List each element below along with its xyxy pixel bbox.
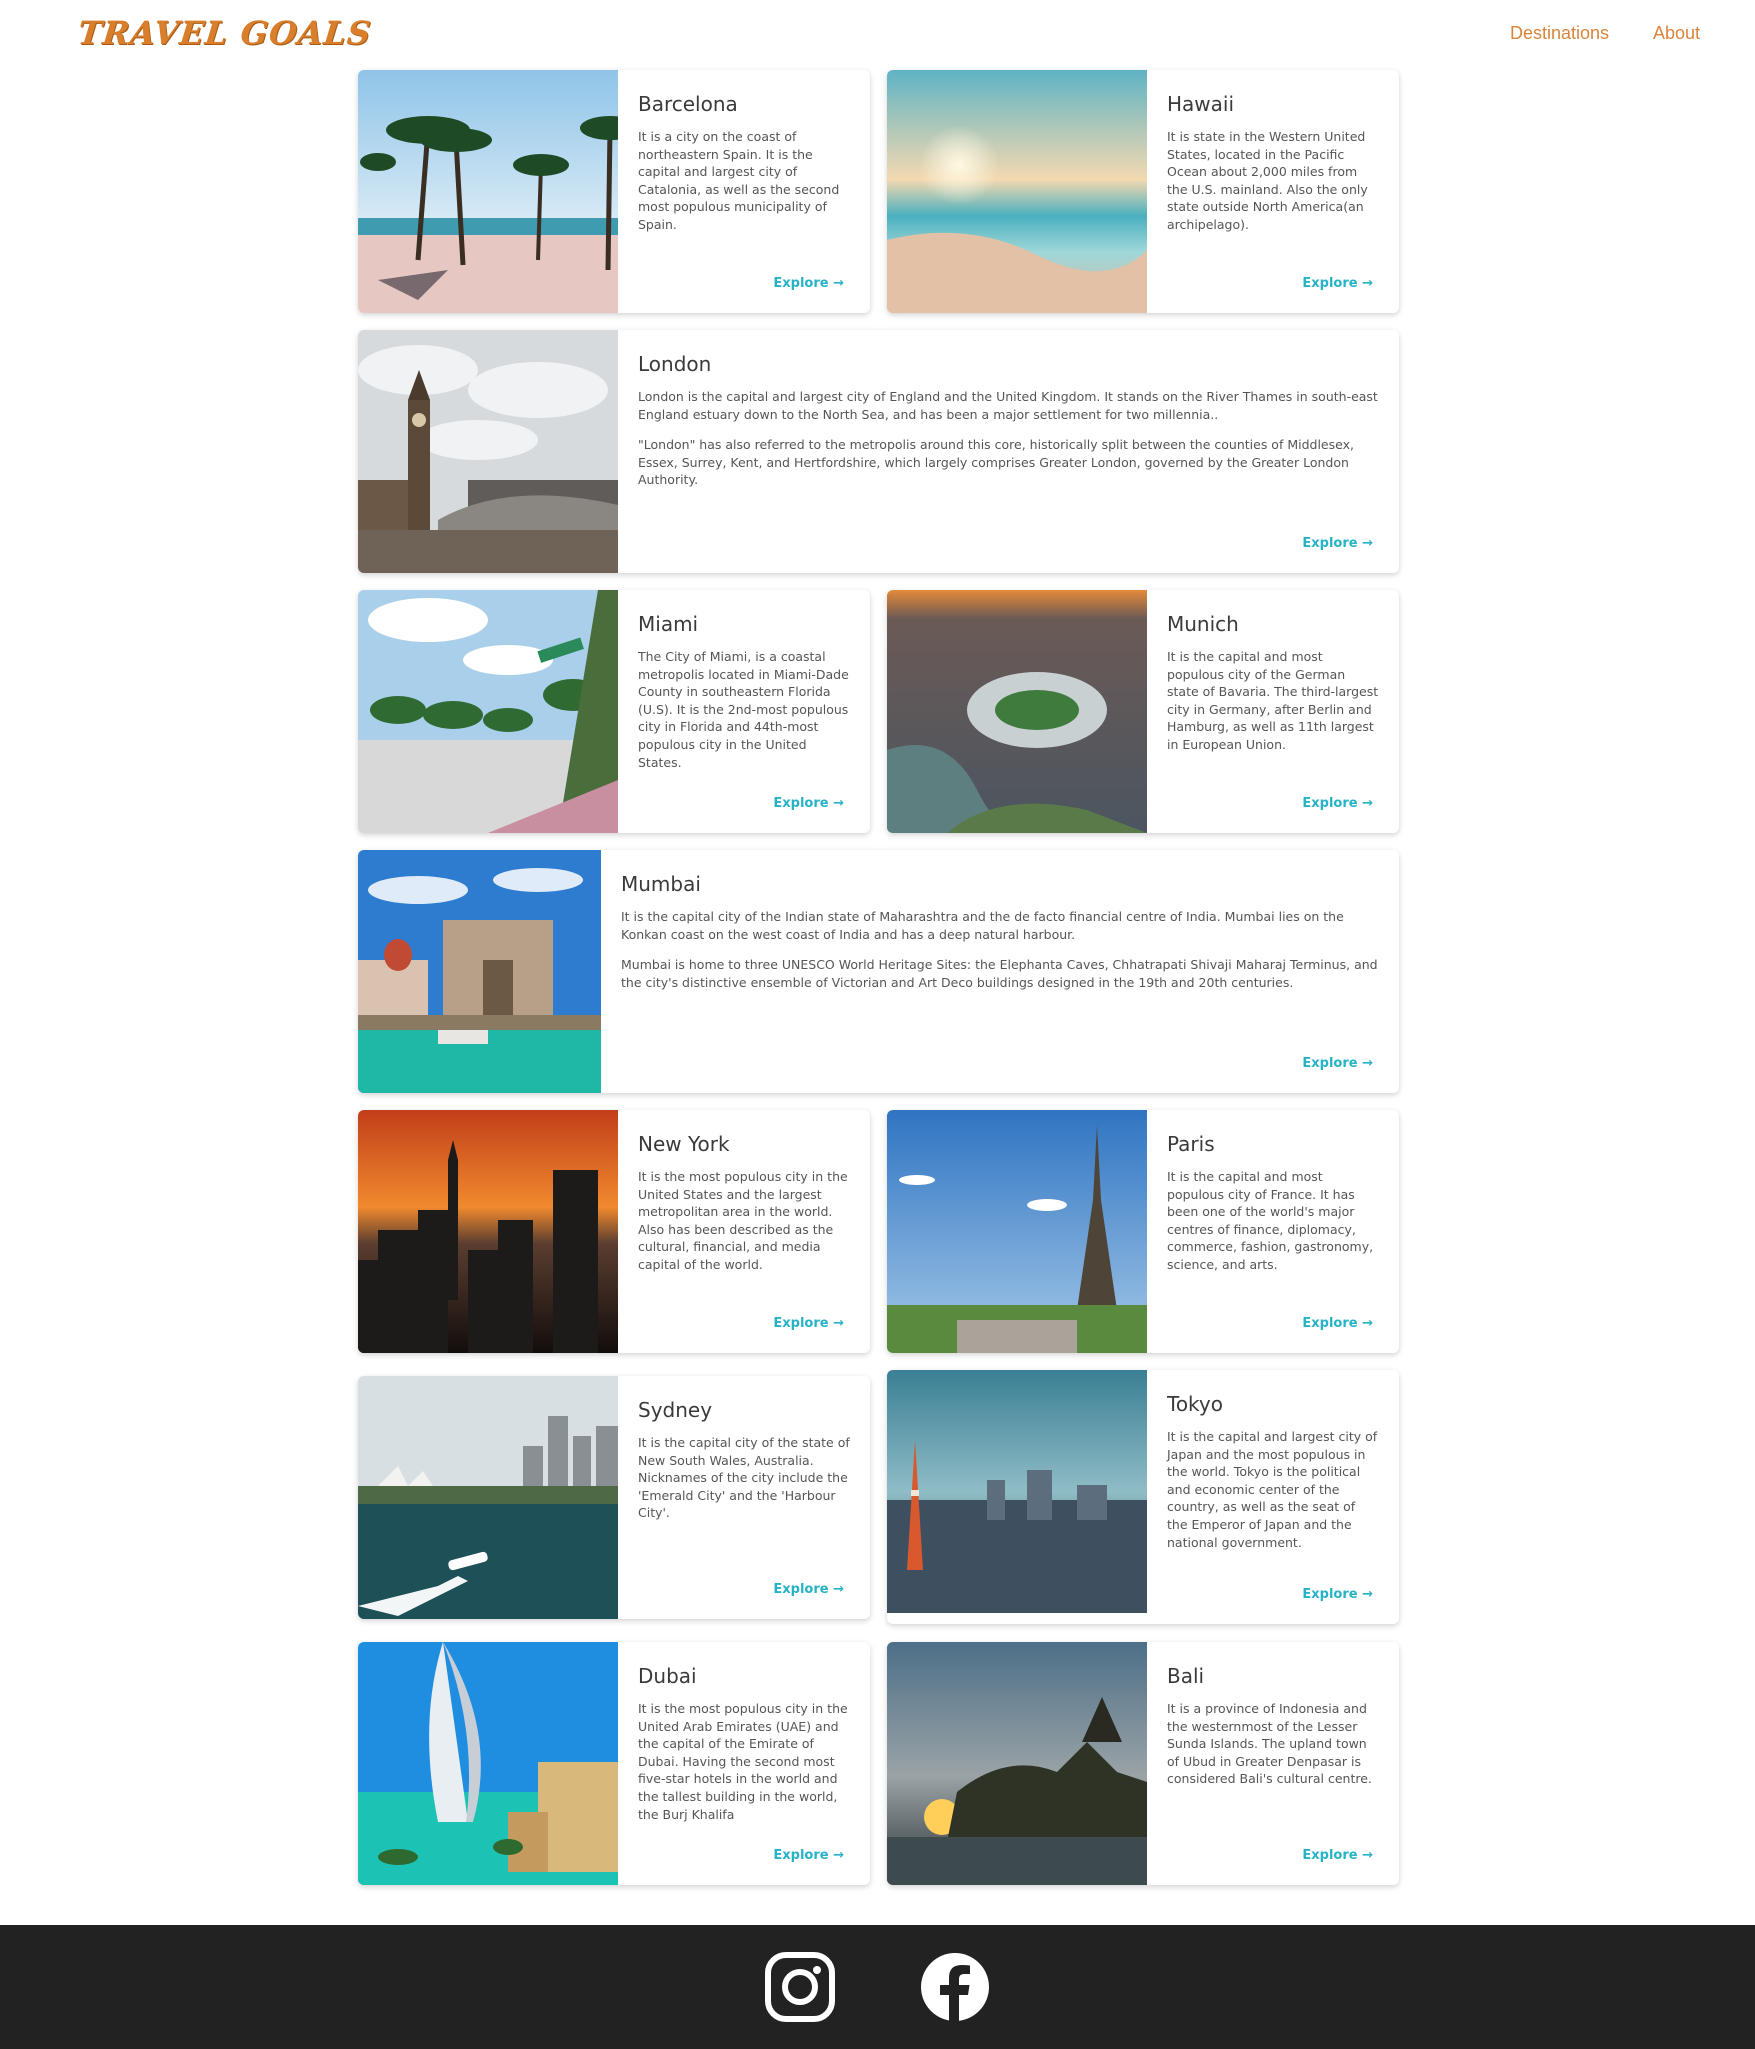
- card-body: London London is the capital and largest…: [618, 330, 1399, 573]
- card-description: London is the capital and largest city o…: [638, 389, 1378, 422]
- card-bali: Bali It is a province of Indonesia and t…: [887, 1642, 1399, 1885]
- card-newyork: New York It is the most populous city in…: [358, 1110, 870, 1353]
- instagram-icon[interactable]: [764, 1951, 836, 2023]
- site-footer: [0, 1925, 1755, 2049]
- paris-image: [887, 1110, 1147, 1353]
- sydney-image: [358, 1376, 618, 1619]
- card-sydney: Sydney It is the capital city of the sta…: [358, 1376, 870, 1619]
- nav-destinations-link[interactable]: Destinations: [1510, 23, 1609, 44]
- card-description: It is a city on the coast of northeaster…: [638, 129, 840, 232]
- card-mumbai: Mumbai It is the capital city of the Ind…: [358, 850, 1399, 1093]
- card-title: Dubai: [638, 1664, 697, 1688]
- card-title: Barcelona: [638, 92, 738, 116]
- barcelona-image: [358, 70, 618, 313]
- site-logo[interactable]: TRAVEL GOALS: [76, 14, 373, 52]
- card-paris: Paris It is the capital and most populou…: [887, 1110, 1399, 1353]
- card-barcelona: Barcelona It is a city on the coast of n…: [358, 70, 870, 313]
- card-description: "London" has also referred to the metrop…: [638, 437, 1354, 488]
- card-hawaii: Hawaii It is state in the Western United…: [887, 70, 1399, 313]
- card-description: Mumbai is home to three UNESCO World Her…: [621, 957, 1378, 990]
- explore-link[interactable]: Explore →: [1302, 1587, 1373, 1602]
- card-description: It is a province of Indonesia and the we…: [1167, 1701, 1372, 1787]
- card-munich: Munich It is the capital and most populo…: [887, 590, 1399, 833]
- explore-link[interactable]: Explore →: [773, 1848, 844, 1863]
- explore-link[interactable]: Explore →: [1302, 1316, 1373, 1331]
- bali-image: [887, 1642, 1147, 1885]
- card-description: It is the capital and most populous city…: [1167, 1169, 1374, 1272]
- explore-link[interactable]: Explore →: [1302, 1056, 1373, 1071]
- card-body: Tokyo It is the capital and largest city…: [1147, 1370, 1399, 1624]
- card-description: It is the capital and most populous city…: [1167, 649, 1379, 752]
- explore-link[interactable]: Explore →: [1302, 536, 1373, 551]
- card-title: Tokyo: [1167, 1392, 1223, 1416]
- card-title: Hawaii: [1167, 92, 1235, 116]
- card-london: London London is the capital and largest…: [358, 330, 1399, 573]
- facebook-icon[interactable]: [919, 1951, 991, 2023]
- explore-link[interactable]: Explore →: [1302, 276, 1373, 291]
- site-header: TRAVEL GOALS Destinations About: [0, 0, 1755, 68]
- munich-image: [887, 590, 1147, 833]
- dubai-image: [358, 1642, 618, 1885]
- london-image: [358, 330, 618, 573]
- card-title: Sydney: [638, 1398, 713, 1422]
- explore-link[interactable]: Explore →: [773, 1316, 844, 1331]
- nav-about-link[interactable]: About: [1653, 23, 1700, 44]
- card-title: London: [638, 352, 712, 376]
- card-miami: Miami The City of Miami, is a coastal me…: [358, 590, 870, 833]
- card-tokyo: Tokyo It is the capital and largest city…: [887, 1370, 1399, 1624]
- card-title: Munich: [1167, 612, 1239, 636]
- card-title: Miami: [638, 612, 699, 636]
- explore-link[interactable]: Explore →: [1302, 1848, 1373, 1863]
- card-description: It is the capital and largest city of Ja…: [1167, 1429, 1378, 1550]
- explore-link[interactable]: Explore →: [773, 1582, 844, 1597]
- card-title: New York: [638, 1132, 730, 1156]
- card-description: It is the capital city of the Indian sta…: [621, 909, 1344, 942]
- card-description: It is the most populous city in the Unit…: [638, 1169, 848, 1272]
- card-description: It is state in the Western United States…: [1167, 129, 1368, 232]
- card-dubai: Dubai It is the most populous city in th…: [358, 1642, 870, 1885]
- newyork-image: [358, 1110, 618, 1353]
- card-description: It is the capital city of the state of N…: [638, 1435, 850, 1521]
- mumbai-image: [358, 850, 601, 1093]
- miami-image: [358, 590, 618, 833]
- explore-link[interactable]: Explore →: [773, 796, 844, 811]
- card-title: Paris: [1167, 1132, 1215, 1156]
- hawaii-image: [887, 70, 1147, 313]
- tokyo-image: [887, 1370, 1147, 1613]
- explore-link[interactable]: Explore →: [1302, 796, 1373, 811]
- explore-link[interactable]: Explore →: [773, 276, 844, 291]
- card-description: It is the most populous city in the Unit…: [638, 1701, 848, 1822]
- card-description: The City of Miami, is a coastal metropol…: [638, 649, 849, 770]
- card-title: Mumbai: [621, 872, 701, 896]
- card-body: Mumbai It is the capital city of the Ind…: [601, 850, 1399, 1093]
- card-title: Bali: [1167, 1664, 1205, 1688]
